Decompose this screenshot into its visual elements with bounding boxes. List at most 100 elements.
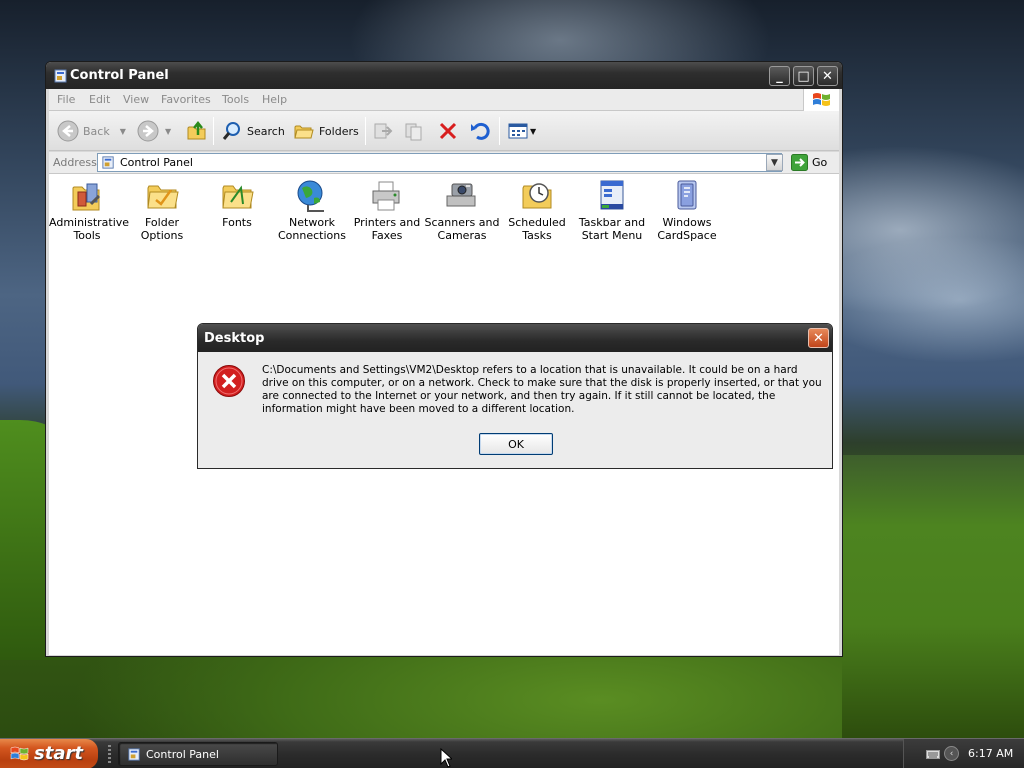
label-line2: CardSpace <box>657 229 717 242</box>
menu-tools[interactable]: Tools <box>222 93 249 106</box>
menu-help[interactable]: Help <box>262 93 287 106</box>
administrative-tools-icon <box>72 183 101 211</box>
search-label: Search <box>247 124 285 138</box>
start-label: start <box>34 743 83 764</box>
cp-item-label: Scanners and Cameras <box>424 216 500 242</box>
keyboard-icon[interactable] <box>926 748 940 760</box>
move-to-icon <box>374 123 393 139</box>
forward-dropdown-icon[interactable]: ▼ <box>165 127 171 136</box>
menu-favorites[interactable]: Favorites <box>161 93 211 106</box>
start-button[interactable]: start <box>0 739 98 768</box>
go-label: Go <box>812 156 828 169</box>
cp-item-printers-and-faxes[interactable]: Printers and Faxes <box>349 178 425 242</box>
move-to-button[interactable] <box>372 120 394 142</box>
search-button[interactable]: Search <box>221 120 285 142</box>
views-button[interactable]: ▼ <box>507 120 536 142</box>
cp-item-scanners-and-cameras[interactable]: Scanners and Cameras <box>424 178 500 242</box>
label-line1: Folder Options <box>140 216 184 242</box>
cp-item-administrative-tools[interactable]: Administrative Tools <box>49 178 129 242</box>
taskbar-item-label: Control Panel <box>146 748 219 761</box>
dialog-close-button[interactable]: ✕ <box>808 328 829 348</box>
minimize-button[interactable]: _ <box>769 66 790 86</box>
menu-file[interactable]: File <box>57 93 75 106</box>
address-label: Address <box>53 156 97 169</box>
menu-view[interactable]: View <box>123 93 149 106</box>
address-value: Control Panel <box>120 156 193 169</box>
delete-button[interactable] <box>437 120 459 142</box>
windows-flag-icon <box>10 746 29 761</box>
label-line1: Taskbar and <box>578 216 646 229</box>
show-hidden-icons-chevron-icon[interactable]: ‹ <box>944 746 959 761</box>
dialog-titlebar[interactable]: Desktop ✕ <box>198 324 832 352</box>
cp-item-folder-options[interactable]: Folder Options <box>124 178 200 242</box>
go-button[interactable]: Go <box>791 154 827 171</box>
error-dialog: Desktop ✕ C:\Documents and Settings\VM2\… <box>197 323 833 469</box>
error-icon <box>213 365 245 397</box>
scanners-icon <box>446 183 476 207</box>
cp-item-label: Taskbar and Start Menu <box>574 216 650 242</box>
label-line1: Network <box>289 216 335 229</box>
undo-button[interactable] <box>469 120 491 142</box>
cp-item-label: Folder Options <box>124 216 200 242</box>
dialog-body: C:\Documents and Settings\VM2\Desktop re… <box>201 352 829 467</box>
cp-item-label: Fonts <box>199 216 275 229</box>
cp-item-taskbar-and-start-menu[interactable]: Taskbar and Start Menu <box>574 178 650 242</box>
clock[interactable]: 6:17 AM <box>968 747 1013 760</box>
cp-item-label: Administrative Tools <box>49 216 129 242</box>
label-line2: Connections <box>278 229 346 242</box>
taskbar-icon <box>600 180 624 210</box>
close-glyph: ✕ <box>822 68 833 84</box>
cp-item-windows-cardspace[interactable]: Windows CardSpace <box>649 178 725 242</box>
go-arrow-icon <box>791 154 808 171</box>
label-line1: Scanners and <box>424 216 500 229</box>
cp-item-scheduled-tasks[interactable]: Scheduled Tasks <box>499 178 575 242</box>
ok-button[interactable]: OK <box>479 433 553 455</box>
taskbar-item-control-panel[interactable]: Control Panel <box>118 742 278 766</box>
label-line2: Tasks <box>522 229 552 242</box>
maximize-button[interactable]: □ <box>793 66 814 86</box>
taskbar-grip[interactable] <box>108 745 111 763</box>
delete-x-icon <box>439 122 457 140</box>
toolbar-separator <box>213 117 214 145</box>
close-button[interactable]: ✕ <box>817 66 838 86</box>
cp-item-label: Windows CardSpace <box>649 216 725 242</box>
forward-button[interactable]: ▼ <box>137 120 171 142</box>
cp-item-label: Printers and Faxes <box>349 216 425 242</box>
dialog-message: C:\Documents and Settings\VM2\Desktop re… <box>262 364 822 415</box>
cp-item-label: Scheduled Tasks <box>499 216 575 242</box>
back-dropdown-icon[interactable]: ▼ <box>120 127 126 136</box>
mouse-cursor-icon <box>440 748 452 768</box>
cp-item-network-connections[interactable]: Network Connections <box>274 178 350 242</box>
views-dropdown-icon[interactable]: ▼ <box>530 127 536 136</box>
folders-icon <box>294 125 314 139</box>
up-folder-button[interactable] <box>186 120 208 142</box>
taskbar: start Control Panel ‹ 6:17 AM <box>0 738 1024 768</box>
undo-icon <box>471 122 490 140</box>
menu-bar: File Edit View Favorites Tools Help <box>49 89 839 111</box>
wallpaper-hill-right <box>842 455 1024 738</box>
back-button[interactable]: Back ▼ <box>57 120 126 142</box>
standard-toolbar: Back ▼ ▼ Search Folders ▼ <box>49 111 839 151</box>
address-field[interactable]: Control Panel <box>97 153 782 172</box>
copy-to-button[interactable] <box>403 120 425 142</box>
cp-item-fonts[interactable]: Fonts <box>199 178 275 229</box>
folders-button[interactable]: Folders <box>293 120 359 142</box>
cardspace-icon <box>677 180 697 210</box>
search-icon <box>222 122 240 140</box>
window-titlebar[interactable]: Control Panel _ □ ✕ <box>46 62 842 89</box>
back-arrow-icon <box>57 120 79 142</box>
windows-logo <box>803 89 839 111</box>
label-line1: Scheduled <box>508 216 566 229</box>
cp-item-label: Network Connections <box>274 216 350 242</box>
printers-icon <box>372 181 400 211</box>
label-line2: Faxes <box>371 229 403 242</box>
toolbar-separator <box>499 117 500 145</box>
label-line1: Printers and <box>353 216 421 229</box>
system-tray: ‹ 6:17 AM <box>903 739 1024 768</box>
minimize-glyph: _ <box>776 68 783 84</box>
control-panel-small-icon <box>128 748 140 761</box>
views-icon <box>508 123 528 139</box>
address-dropdown-icon[interactable]: ▼ <box>766 154 783 171</box>
menu-edit[interactable]: Edit <box>89 93 110 106</box>
fonts-icon <box>222 185 254 209</box>
